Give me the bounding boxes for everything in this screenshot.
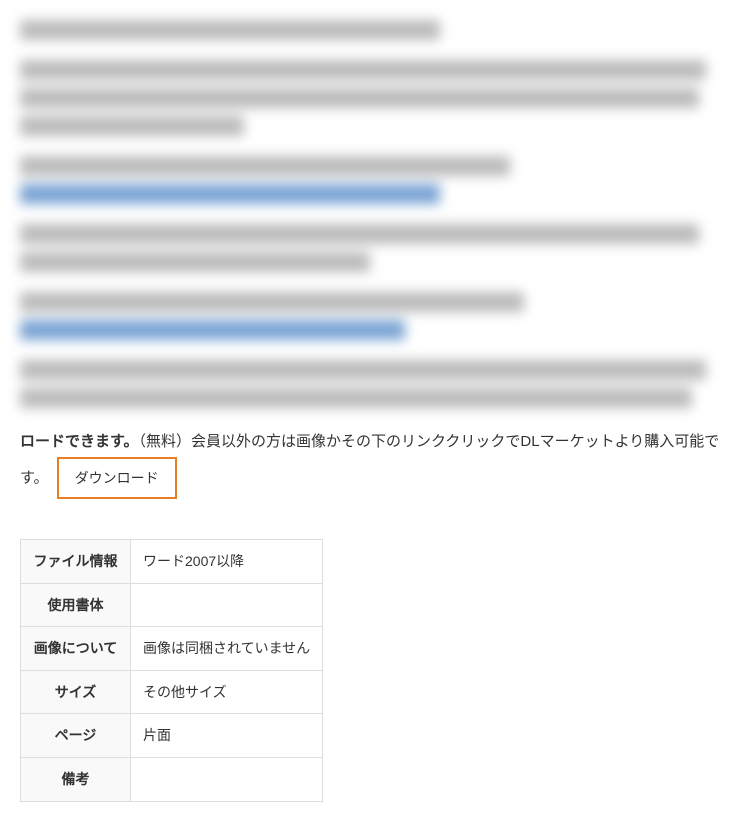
table-row: 画像について 画像は同梱されていません (21, 627, 323, 671)
visible-paragraph: ロードできます。（無料）会員以外の方は画像かその下のリンククリックでDLマーケッ… (20, 428, 720, 499)
table-row: 備考 (21, 758, 323, 802)
table-header-image: 画像について (21, 627, 131, 671)
table-row: 使用書体 (21, 583, 323, 627)
table-row: ページ 片面 (21, 714, 323, 758)
table-cell-notes (131, 758, 323, 802)
table-header-file-info: ファイル情報 (21, 540, 131, 584)
download-button-label: ダウンロード (75, 470, 159, 486)
table-cell-font (131, 583, 323, 627)
download-button-wrapper[interactable]: ダウンロード (57, 457, 177, 500)
table-cell-size: その他サイズ (131, 670, 323, 714)
bold-text-prefix: ロードできます。 (20, 433, 139, 450)
table-header-font: 使用書体 (21, 583, 131, 627)
table-header-notes: 備考 (21, 758, 131, 802)
table-row: ファイル情報 ワード2007以降 (21, 540, 323, 584)
table-header-size: サイズ (21, 670, 131, 714)
table-header-page: ページ (21, 714, 131, 758)
table-cell-page: 片面 (131, 714, 323, 758)
table-row: サイズ その他サイズ (21, 670, 323, 714)
file-info-table: ファイル情報 ワード2007以降 使用書体 画像について 画像は同梱されていませ… (20, 539, 323, 802)
table-cell-file-info: ワード2007以降 (131, 540, 323, 584)
blurred-upper-content (20, 20, 720, 408)
table-cell-image: 画像は同梱されていません (131, 627, 323, 671)
